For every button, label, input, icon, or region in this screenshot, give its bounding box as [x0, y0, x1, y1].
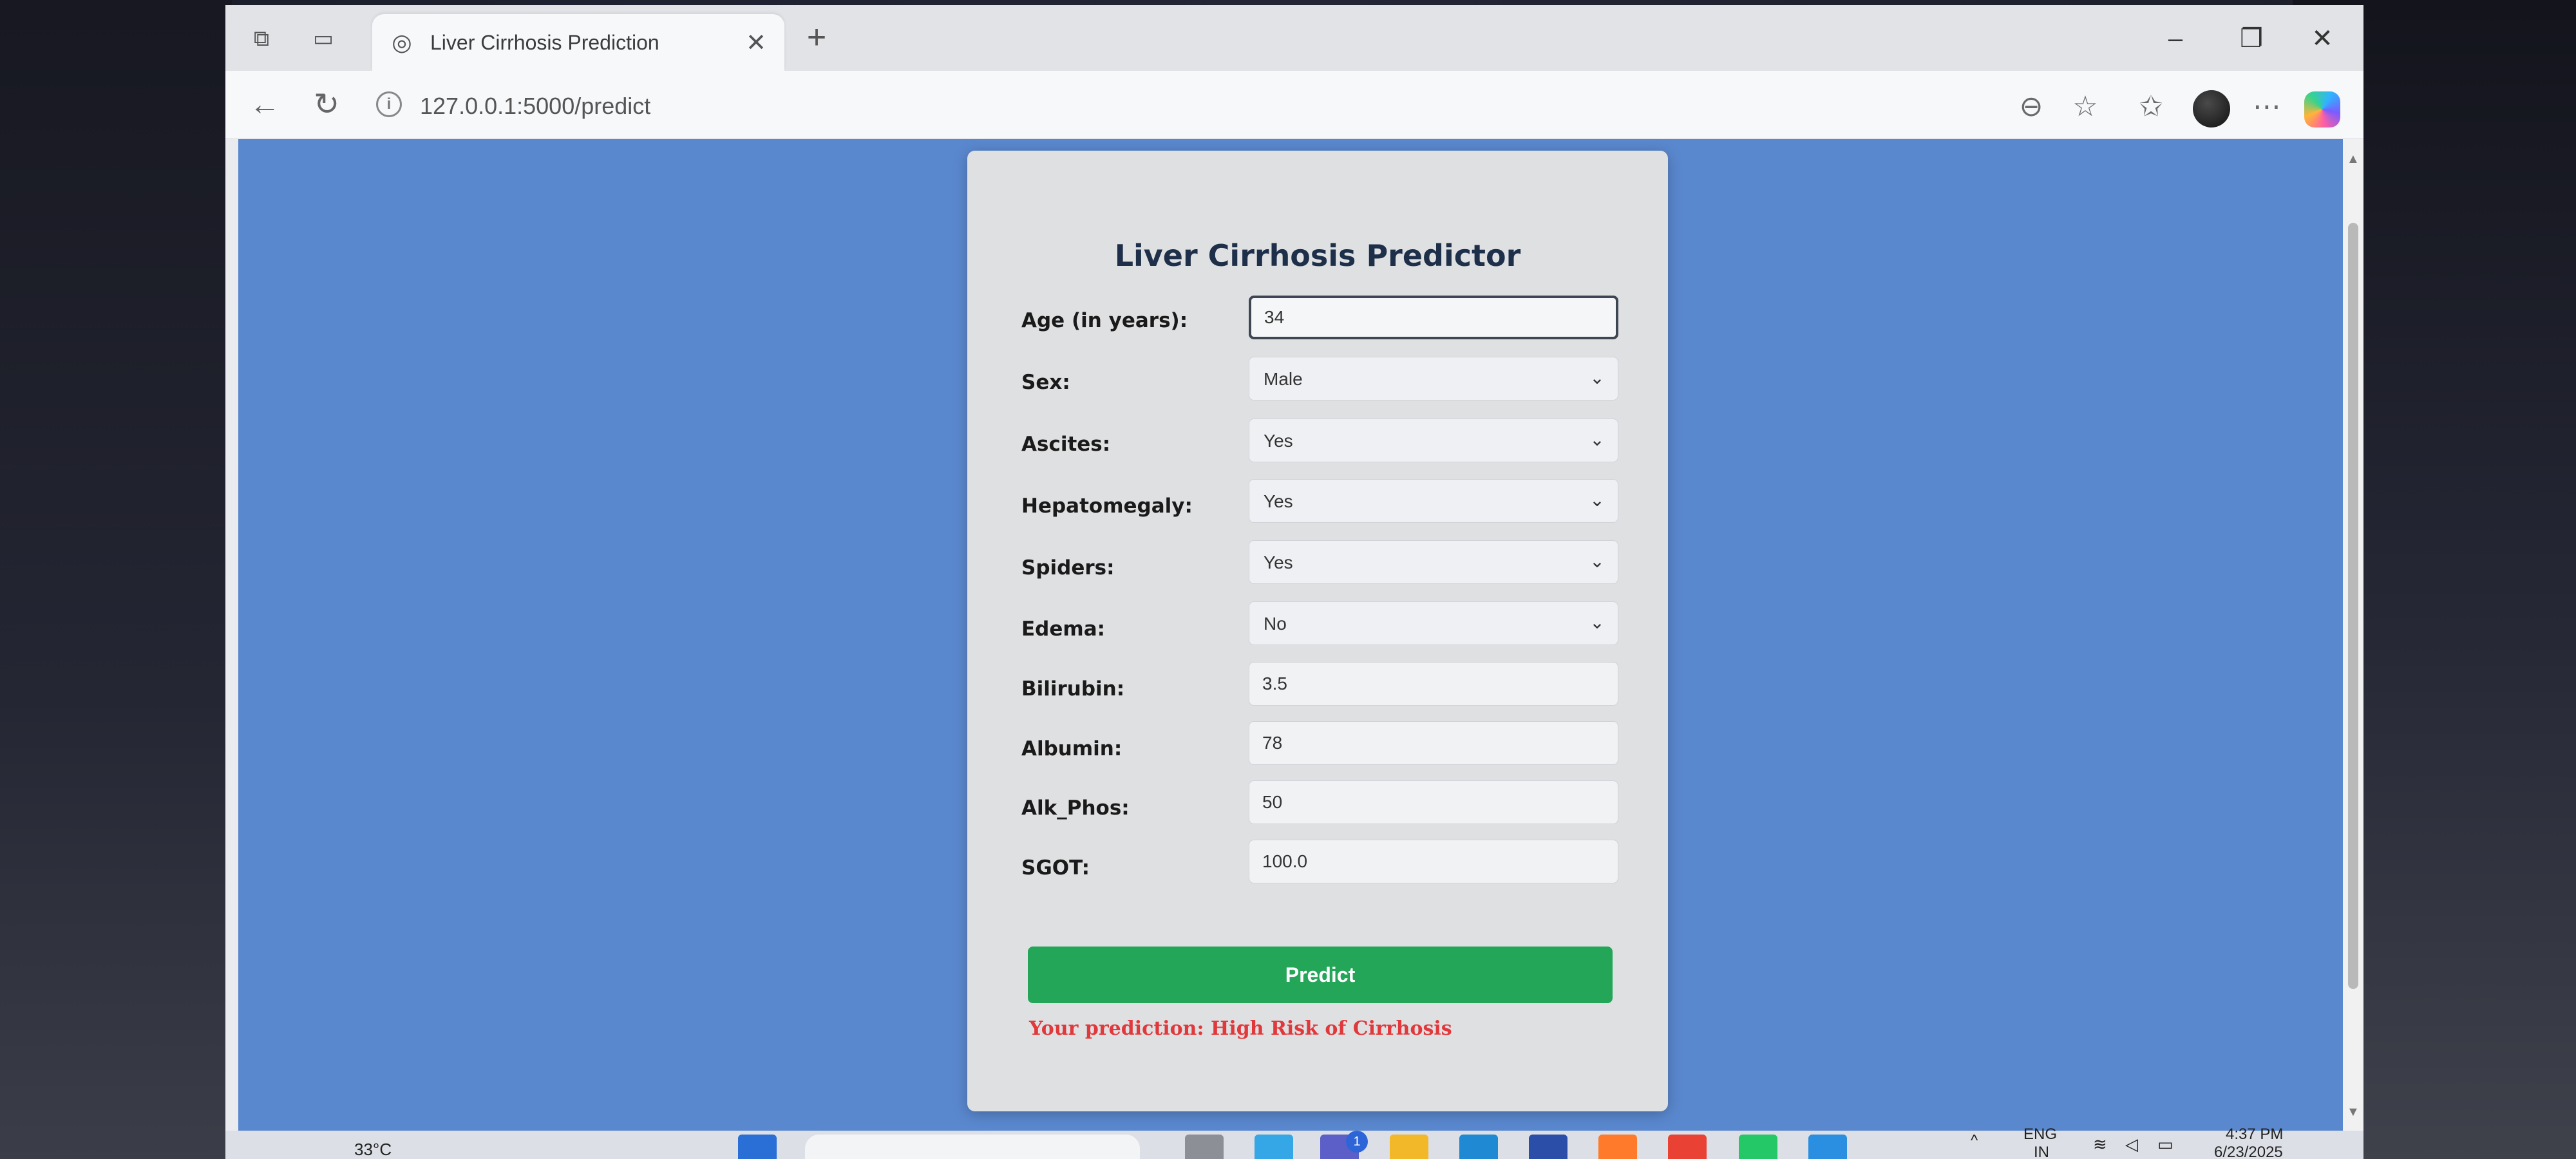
- region-text: IN: [2034, 1144, 2049, 1159]
- bilirubin-input[interactable]: 3.5: [1249, 662, 1618, 706]
- search-box[interactable]: [805, 1135, 1140, 1159]
- spiders-select[interactable]: Yes ⌄: [1249, 540, 1618, 584]
- copilot-icon[interactable]: [2304, 91, 2340, 127]
- teams-badge: 1: [1346, 1131, 1368, 1153]
- favorites-icon[interactable]: ✩: [2133, 89, 2169, 125]
- ascites-value: Yes: [1264, 431, 1293, 451]
- age-label: Age (in years):: [1021, 309, 1188, 332]
- alk-phos-input[interactable]: 50: [1249, 780, 1618, 824]
- sex-label: Sex:: [1021, 371, 1070, 394]
- volume-icon[interactable]: ◁: [2125, 1135, 2138, 1154]
- edema-label: Edema:: [1021, 617, 1106, 641]
- start-icon[interactable]: [738, 1135, 777, 1159]
- taskbar: 33°C 1 ^ ENG IN ≋ ◁ ▭ 4:37 PM 6/23/2025: [225, 1126, 2363, 1159]
- sgot-label: SGOT:: [1021, 856, 1090, 880]
- more-options-icon[interactable]: ⋯: [2249, 89, 2285, 125]
- close-window-icon[interactable]: ✕: [2303, 19, 2342, 58]
- laptop-screen: ⧉ ▭ ◎ Liver Cirrhosis Prediction ✕ + – ❐…: [225, 5, 2363, 1159]
- workspaces-icon[interactable]: ⧉: [247, 24, 276, 53]
- hepatomegaly-select[interactable]: Yes ⌄: [1249, 479, 1618, 523]
- wifi-icon[interactable]: ≋: [2093, 1135, 2107, 1154]
- prediction-form-card: Liver Cirrhosis Predictor Age (in years)…: [967, 151, 1668, 1111]
- file-explorer-icon[interactable]: [1390, 1135, 1428, 1159]
- language-text[interactable]: ENG: [2023, 1126, 2057, 1144]
- firefox-icon[interactable]: [1598, 1135, 1637, 1159]
- albumin-label: Albumin:: [1021, 737, 1122, 760]
- globe-icon: ◎: [392, 29, 412, 55]
- scroll-down-icon[interactable]: ▼: [2347, 1105, 2360, 1120]
- tab-actions-icon[interactable]: ▭: [309, 24, 337, 53]
- alk-phos-label: Alk_Phos:: [1021, 796, 1130, 820]
- sex-value: Male: [1264, 369, 1303, 389]
- site-info-icon[interactable]: i: [376, 91, 402, 117]
- scroll-thumb[interactable]: [2348, 223, 2358, 989]
- edema-value: No: [1264, 614, 1287, 634]
- refresh-icon[interactable]: ↻: [307, 85, 346, 125]
- age-input[interactable]: 34: [1249, 296, 1618, 339]
- ascites-label: Ascites:: [1021, 433, 1111, 456]
- tab-strip: ⧉ ▭ ◎ Liver Cirrhosis Prediction ✕ + – ❐…: [225, 5, 2363, 71]
- edge-icon[interactable]: [1459, 1135, 1498, 1159]
- albumin-input[interactable]: 78: [1249, 721, 1618, 765]
- chevron-down-icon: ⌄: [1589, 429, 1605, 449]
- predict-button[interactable]: Predict: [1028, 947, 1613, 1003]
- chevron-down-icon: ⌄: [1589, 551, 1605, 571]
- tab-active[interactable]: ◎ Liver Cirrhosis Prediction ✕: [372, 14, 784, 71]
- prediction-result: Your prediction: High Risk of Cirrhosis: [1029, 1017, 1452, 1040]
- clock-time[interactable]: 4:37 PM: [2226, 1126, 2283, 1144]
- scroll-up-icon[interactable]: ▲: [2347, 152, 2360, 167]
- show-hidden-icons[interactable]: ^: [1971, 1132, 1978, 1150]
- ascites-select[interactable]: Yes ⌄: [1249, 419, 1618, 462]
- chevron-down-icon: ⌄: [1589, 612, 1605, 632]
- chevron-down-icon: ⌄: [1589, 368, 1605, 388]
- background-wall-left: [0, 0, 232, 1159]
- spiders-label: Spiders:: [1021, 556, 1115, 580]
- new-tab-icon[interactable]: +: [797, 18, 836, 57]
- sgot-input[interactable]: 100.0: [1249, 840, 1618, 883]
- task-view-icon[interactable]: [1185, 1135, 1224, 1159]
- url-text: 127.0.0.1:5000/predict: [420, 93, 651, 119]
- clock-date: 6/23/2025: [2214, 1144, 2283, 1159]
- hepatomegaly-label: Hepatomegaly:: [1021, 495, 1193, 518]
- back-icon[interactable]: ←: [245, 85, 285, 125]
- tab-title: Liver Cirrhosis Prediction: [430, 31, 659, 54]
- address-bar: ← ↻ i 127.0.0.1:5000/predict ⊖ ☆ ✩ ⋯: [225, 71, 2363, 139]
- page-viewport: Liver Cirrhosis Predictor Age (in years)…: [238, 139, 2343, 1131]
- restore-icon[interactable]: ❐: [2232, 19, 2271, 58]
- form-title: Liver Cirrhosis Predictor: [1114, 238, 1521, 273]
- edema-select[interactable]: No ⌄: [1249, 601, 1618, 645]
- sex-select[interactable]: Male ⌄: [1249, 357, 1618, 400]
- close-tab-icon[interactable]: ✕: [746, 28, 766, 57]
- weather-text: 33°C: [354, 1140, 392, 1159]
- minimize-icon[interactable]: –: [2156, 19, 2195, 58]
- profile-avatar[interactable]: [2193, 90, 2230, 127]
- copilot-app-icon[interactable]: [1255, 1135, 1293, 1159]
- bilirubin-label: Bilirubin:: [1021, 677, 1125, 701]
- whatsapp-icon[interactable]: [1739, 1135, 1777, 1159]
- battery-icon[interactable]: ▭: [2157, 1135, 2174, 1154]
- hepatomegaly-value: Yes: [1264, 491, 1293, 511]
- spiders-value: Yes: [1264, 552, 1293, 572]
- url-field[interactable]: i 127.0.0.1:5000/predict: [368, 82, 2255, 127]
- zoom-icon[interactable]: ⊖: [2013, 89, 2049, 125]
- chrome-icon[interactable]: [1668, 1135, 1707, 1159]
- vscode-icon[interactable]: [1808, 1135, 1847, 1159]
- favorite-star-icon[interactable]: ☆: [2067, 89, 2103, 125]
- store-icon[interactable]: [1529, 1135, 1567, 1159]
- page-scrollbar[interactable]: ▲ ▼: [2343, 139, 2363, 1131]
- chevron-down-icon: ⌄: [1589, 490, 1605, 510]
